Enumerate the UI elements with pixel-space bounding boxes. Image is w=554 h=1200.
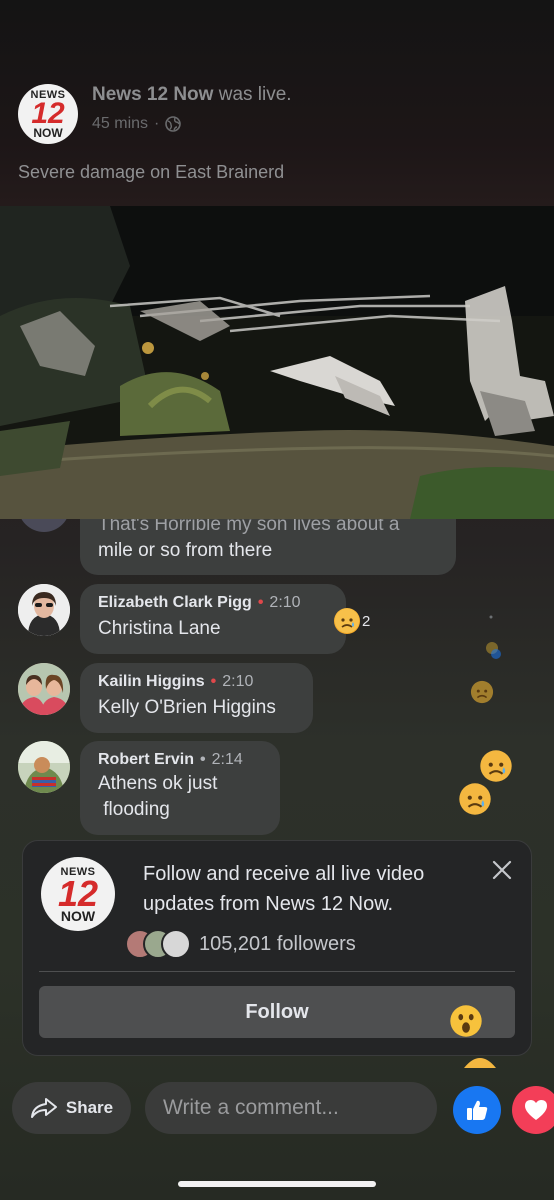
logo-number: 12 (57, 872, 99, 914)
logo-number: 12 (31, 96, 65, 130)
post-caption: Severe damage on East Brainerd (18, 162, 285, 182)
wow-emoji-icon (450, 1005, 482, 1037)
commenter-name[interactable]: Elizabeth Clark Pigg (98, 594, 252, 611)
comment-bubble[interactable]: Kailin Higgins • 2:10 Kelly O'Brien Higgin… (80, 663, 313, 733)
video-overlay (0, 206, 554, 519)
follow-button-label: Follow (245, 1000, 309, 1023)
comment-time: 2:10 (222, 673, 254, 690)
post-time[interactable]: 45 mins (92, 115, 148, 133)
comment-text-line2: mile or so from there (98, 540, 273, 561)
share-button[interactable]: Share (12, 1082, 131, 1134)
commenter-avatar[interactable] (18, 584, 70, 636)
followers-count: 105,201 followers (199, 932, 356, 955)
sad-emoji-icon (334, 608, 360, 634)
logo-bottom-text: NOW (33, 125, 63, 140)
page-name-link[interactable]: News 12 Now (92, 84, 213, 105)
comment-bubble[interactable]: Elizabeth Clark Pigg • 2:10 Christina Lane (80, 584, 346, 654)
like-reaction-icon (491, 649, 501, 659)
sad-emoji-icon (459, 783, 491, 815)
floating-dot (489, 615, 493, 619)
comment-bubble[interactable]: Robert Ervin • 2:14 Athens ok just floodin… (80, 741, 280, 835)
comment-time: 2:10 (269, 594, 301, 611)
follow-prompt-text: Follow and receive all live video update… (143, 863, 425, 915)
commenter-avatar[interactable] (18, 663, 70, 715)
follower-avatar (161, 929, 191, 959)
sad-emoji-icon (464, 1058, 496, 1068)
follower-avatars (125, 929, 191, 959)
home-indicator[interactable] (178, 1181, 376, 1187)
live-status: was live. (213, 84, 292, 105)
live-dot: • (257, 594, 264, 611)
heart-icon (525, 1100, 547, 1120)
avatar-photo (18, 663, 70, 715)
logo-bottom-text: NOW (60, 907, 96, 924)
meta-separator: · (154, 115, 160, 132)
page-avatar[interactable]: NEWS 12 NOW (18, 84, 78, 144)
love-button[interactable] (512, 1086, 554, 1134)
close-icon[interactable] (491, 859, 513, 881)
comment-text: Christina Lane (98, 618, 221, 639)
like-button[interactable] (453, 1086, 501, 1134)
comment-time: 2:14 (211, 751, 243, 768)
comment-text: Kelly O'Brien Higgins (98, 697, 276, 718)
share-label: Share (65, 1098, 114, 1117)
sad-emoji-icon (480, 750, 512, 782)
followers-row: 105,201 followers (125, 929, 356, 959)
comment-placeholder: Write a comment... (163, 1096, 339, 1119)
sad-emoji-icon (470, 680, 494, 704)
video-frame-copy (0, 206, 554, 519)
thumbs-up-icon (467, 1100, 488, 1120)
live-dot: • (210, 673, 217, 690)
reaction-count: 2 (362, 612, 371, 630)
divider (39, 971, 515, 972)
post-meta: 45 mins · (92, 115, 182, 133)
share-arrow-icon (30, 1098, 57, 1118)
avatar-photo (18, 584, 70, 636)
comment-text-line1: Athens ok just (98, 773, 218, 794)
globe-icon (165, 116, 182, 132)
comment-input[interactable]: Write a comment... (145, 1082, 437, 1134)
reaction-badge[interactable]: 2 (334, 608, 370, 634)
post-header: NEWS 12 NOW News 12 Now was live. 45 min… (0, 0, 554, 206)
page-name-line: News 12 Now was live. (92, 84, 292, 106)
separator-dot: • (200, 751, 206, 768)
sad-face (335, 609, 359, 633)
follow-button[interactable]: Follow (39, 986, 515, 1038)
commenter-name[interactable]: Kailin Higgins (98, 673, 205, 690)
comment-text-line2: flooding (98, 799, 170, 820)
commenter-name[interactable]: Robert Ervin (98, 751, 194, 768)
commenter-avatar[interactable] (18, 741, 70, 793)
page-avatar[interactable]: NEWS 12 NOW (41, 857, 115, 931)
avatar-photo (18, 741, 70, 793)
